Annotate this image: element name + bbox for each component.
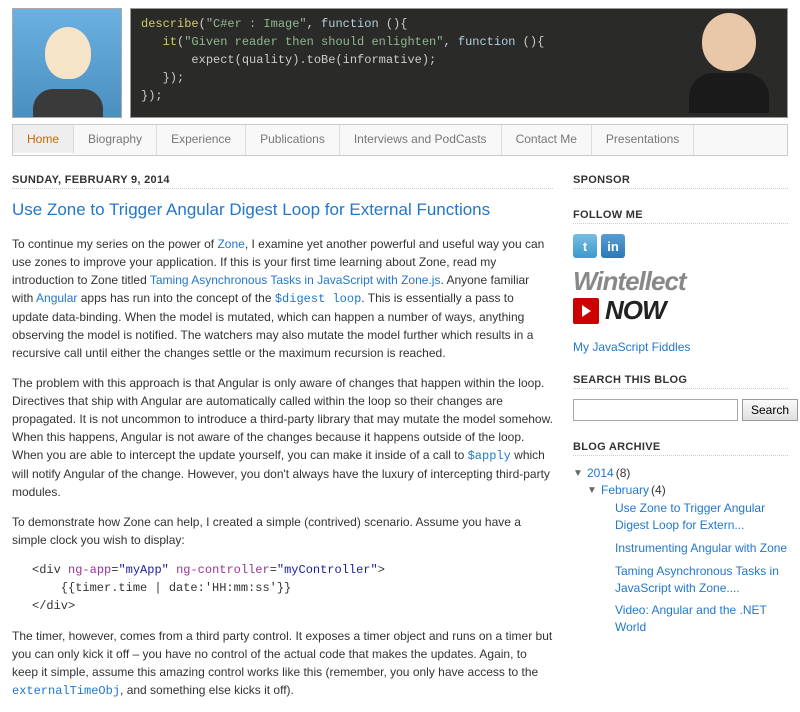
wintellect-now-logo[interactable]: Wintellect NOW [573,270,788,326]
inline-code-externaltimeobj: externalTimeObj [12,684,120,698]
avatar-image [12,8,122,118]
archive-month-link[interactable]: February [601,483,649,497]
tab-experience[interactable]: Experience [157,125,246,155]
author-photo [687,13,771,113]
sponsor-heading: SPONSOR [573,174,788,189]
tab-publications[interactable]: Publications [246,125,340,155]
link-js-fiddles[interactable]: My JavaScript Fiddles [573,340,690,354]
link-apply[interactable]: $apply [468,449,511,463]
link-angular[interactable]: Angular [36,291,77,305]
archive-month-count: (4) [651,483,666,497]
archive-toggle-year[interactable]: ▼ [573,468,585,479]
main-column: SUNDAY, FEBRUARY 9, 2014 Use Zone to Tri… [12,174,553,712]
tab-presentations[interactable]: Presentations [592,125,694,155]
tab-contact[interactable]: Contact Me [502,125,592,155]
tab-home[interactable]: Home [13,125,74,155]
archive-post-link[interactable]: Taming Asynchronous Tasks in JavaScript … [615,563,788,597]
post-title: Use Zone to Trigger Angular Digest Loop … [12,199,553,221]
tab-biography[interactable]: Biography [74,125,157,155]
archive-toggle-month[interactable]: ▼ [587,485,599,496]
post-date: SUNDAY, FEBRUARY 9, 2014 [12,174,553,189]
link-digest-loop[interactable]: $digest loop [275,292,361,306]
header-code-banner: describe("C#er : Image", function (){ it… [130,8,788,118]
link-zone[interactable]: Zone [217,237,244,251]
play-icon [573,298,599,324]
search-input[interactable] [573,399,738,421]
nav-tabs: Home Biography Experience Publications I… [12,124,788,156]
link-taming-async[interactable]: Taming Asynchronous Tasks in JavaScript … [150,273,441,287]
search-heading: SEARCH THIS BLOG [573,374,788,389]
sidebar: SPONSOR FOLLOW ME t in Wintellect NOW My… [573,174,788,712]
post-body: To continue my series on the power of Zo… [12,235,553,700]
tab-interviews[interactable]: Interviews and PodCasts [340,125,502,155]
post-title-link[interactable]: Use Zone to Trigger Angular Digest Loop … [12,200,490,219]
followme-heading: FOLLOW ME [573,209,788,224]
archive-heading: BLOG ARCHIVE [573,441,788,456]
archive-post-link[interactable]: Video: Angular and the .NET World [615,602,788,636]
twitter-icon[interactable]: t [573,234,597,258]
archive-post-link[interactable]: Instrumenting Angular with Zone [615,540,788,557]
code-snippet: <div ng-app="myApp" ng-controller="myCon… [32,561,553,615]
linkedin-icon[interactable]: in [601,234,625,258]
archive-year-link[interactable]: 2014 [587,466,614,480]
search-button[interactable]: Search [742,399,798,421]
archive-post-link[interactable]: Use Zone to Trigger Angular Digest Loop … [615,500,788,534]
archive-year-count: (8) [616,466,631,480]
